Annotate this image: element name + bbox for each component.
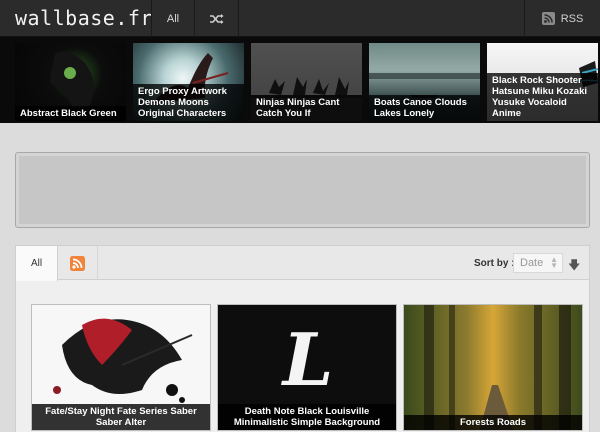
wallpaper-thumb[interactable]: L Death Note Black Louisville Minimalist… [217,304,397,431]
featured-item[interactable]: Abstract Black Green [15,43,126,121]
tab-rss[interactable] [58,246,98,280]
rss-link[interactable]: RSS [524,0,600,37]
death-note-glyph: L [282,317,334,402]
rss-label: RSS [560,12,584,25]
tab-all[interactable]: All [16,246,58,281]
wallpaper-caption: Fate/Stay Night Fate Series Saber Saber … [32,404,210,430]
banner-placeholder [15,152,590,228]
top-bar: wallbase.fr All RSS [0,0,600,37]
sort-direction-icon[interactable]: 🡇 [568,256,580,277]
wallpaper-caption: Forests Roads [404,415,582,430]
sort-label: Sort by : [474,258,515,269]
wallpaper-image [424,305,571,430]
wallpaper-thumb[interactable]: Fate/Stay Night Fate Series Saber Saber … [31,304,211,431]
shuffle-icon [209,13,223,24]
featured-item[interactable]: Ergo Proxy Artwork Demons Moons Original… [133,43,244,121]
panel-tab-bar: All Sort by : Date ▲ ▼ 🡇 [16,246,589,281]
nav-all-link[interactable]: All [151,0,195,37]
featured-item[interactable]: Black Rock Shooter Hatsune Miku Kozaki Y… [487,43,598,121]
featured-caption: Boats Canoe Clouds Lakes Lonely [369,95,480,121]
nav-random-button[interactable] [195,0,239,37]
featured-caption: Abstract Black Green [15,106,126,121]
rss-feed-icon [70,255,85,271]
featured-caption: Ninjas Ninjas Cant Catch You If [251,95,362,121]
select-arrows-icon: ▲ ▼ [550,255,558,270]
featured-caption: Ergo Proxy Artwork Demons Moons Original… [133,84,244,121]
wallpaper-panel: All Sort by : Date ▲ ▼ 🡇 Fate/Stay Night … [15,245,590,432]
featured-item[interactable]: Boats Canoe Clouds Lakes Lonely [369,43,480,121]
wallpaper-thumb[interactable]: Forests Roads [403,304,583,431]
wallpaper-caption: Death Note Black Louisville Minimalistic… [218,404,396,430]
site-logo[interactable]: wallbase.fr [15,6,153,30]
featured-item[interactable]: Ninjas Ninjas Cant Catch You If [251,43,362,121]
sort-select[interactable]: Date ▲ ▼ [513,253,563,273]
rss-icon [541,12,555,25]
sort-value: Date [520,257,544,269]
featured-strip: Abstract Black Green Ergo Proxy Artwork … [0,37,600,123]
featured-caption: Black Rock Shooter Hatsune Miku Kozaki Y… [487,73,598,121]
